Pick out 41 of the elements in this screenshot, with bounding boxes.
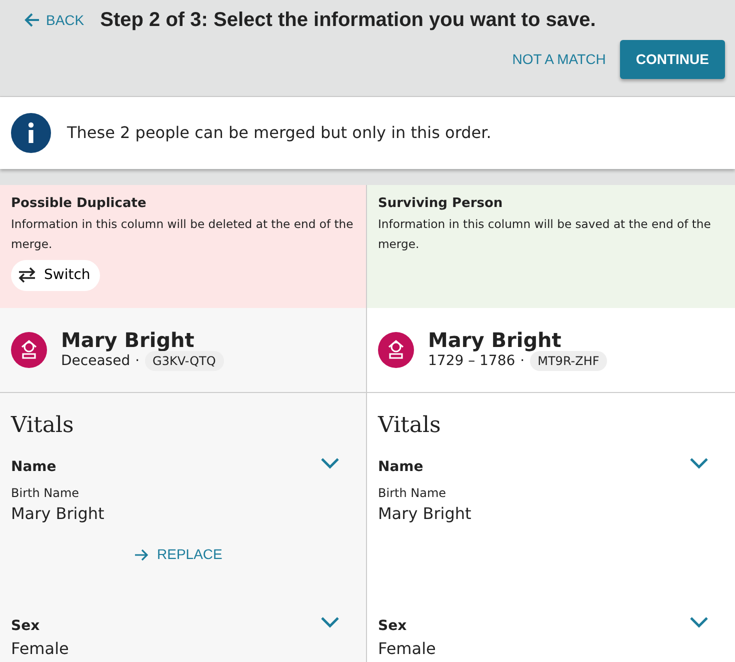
column-heading: Surviving Person: [378, 195, 504, 213]
field-value: Female: [378, 638, 437, 660]
column-description: Information in this column will be saved at the end of the merge.: [378, 216, 712, 252]
section-title: Vitals: [378, 413, 441, 438]
column-heading: Possible Duplicate: [11, 195, 148, 213]
person-id: G3KV-QTQ: [144, 351, 224, 371]
field-label: Name: [11, 458, 56, 477]
separator-dot: ·: [520, 352, 525, 370]
chevron-down-icon: [689, 615, 709, 629]
switch-button[interactable]: Switch: [11, 260, 100, 290]
person-name: Mary Bright: [428, 328, 562, 350]
person-id: MT9R-ZHF: [530, 351, 608, 371]
section-title: Vitals: [11, 413, 74, 438]
field-value: Mary Bright: [11, 503, 106, 525]
field-label: Name: [378, 458, 424, 477]
field-label: Sex: [11, 617, 40, 636]
person-icon: [378, 332, 414, 368]
separator-dot: ·: [135, 352, 140, 370]
chevron-down-icon: [689, 456, 709, 470]
info-icon: [11, 113, 51, 153]
field-sublabel: Birth Name: [11, 485, 80, 502]
field-value: Female: [11, 638, 70, 660]
replace-button[interactable]: REPLACE: [135, 544, 222, 565]
field-label: Sex: [378, 617, 407, 636]
not-a-match-button[interactable]: NOT A MATCH: [506, 48, 612, 71]
chevron-down-icon: [320, 456, 340, 470]
chevron-down-icon: [320, 615, 340, 629]
page-title: Step 2 of 3: Select the information you want to save.: [100, 8, 596, 32]
notice-text: These 2 people can be merged but only in this order.: [67, 122, 492, 144]
person-icon: [11, 332, 47, 368]
arrow-left-icon: [24, 13, 40, 27]
lifespan-text: 1729 – 1786: [428, 352, 516, 370]
column-description: Information in this column will be deleted at the end of the merge.: [11, 216, 354, 252]
field-value: Mary Bright: [378, 503, 472, 525]
arrow-right-icon: [135, 548, 149, 560]
back-button[interactable]: BACK: [24, 10, 84, 30]
continue-button[interactable]: CONTINUE: [620, 40, 725, 79]
swap-arrows-icon: [18, 267, 36, 283]
person-name: Mary Bright: [61, 328, 196, 350]
lifespan-text: Deceased: [61, 352, 130, 370]
field-sublabel: Birth Name: [378, 485, 448, 502]
